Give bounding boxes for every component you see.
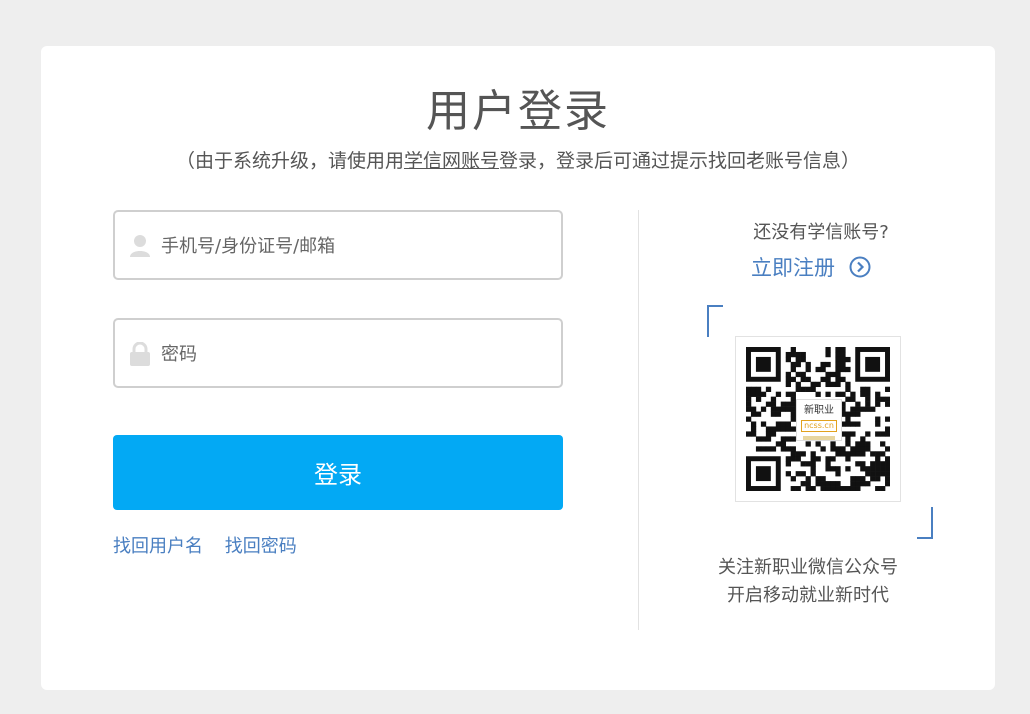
qr-caption-line2: 开启移动就业新时代 <box>727 585 889 606</box>
page-title: 用户登录 <box>426 86 610 137</box>
qr-logo-site: ncss.cn <box>801 420 837 432</box>
vertical-divider <box>638 210 639 630</box>
register-link[interactable]: 立即注册 <box>751 252 871 282</box>
username-field[interactable] <box>113 210 563 280</box>
password-field[interactable] <box>113 318 563 388</box>
login-button[interactable]: 登录 <box>113 435 563 510</box>
wechat-qr-code: 新职业 ncss.cn <box>735 336 901 502</box>
username-input[interactable] <box>159 212 553 280</box>
qr-frame-corner-top-left <box>707 305 723 337</box>
subtitle-prefix: （由于系统升级，请使用用 <box>175 150 404 172</box>
recovery-links: 找回用户名 找回密码 <box>113 532 313 558</box>
find-username-link[interactable]: 找回用户名 <box>113 536 203 557</box>
login-card: 用户登录 （由于系统升级，请使用用学信网账号登录，登录后可通过提示找回老账号信息… <box>41 46 995 690</box>
page-subtitle: （由于系统升级，请使用用学信网账号登录，登录后可通过提示找回老账号信息） <box>41 148 995 174</box>
password-input[interactable] <box>159 320 553 388</box>
find-password-link[interactable]: 找回密码 <box>225 536 297 557</box>
qr-center-logo: 新职业 ncss.cn <box>796 399 842 441</box>
lock-icon <box>129 341 151 366</box>
qr-frame-corner-bottom-right <box>917 507 933 539</box>
register-label: 立即注册 <box>751 256 835 280</box>
qr-caption: 关注新职业微信公众号 开启移动就业新时代 <box>701 554 915 610</box>
qr-logo-bar <box>803 436 835 440</box>
xuexin-account-link[interactable]: 学信网账号 <box>404 150 499 172</box>
user-icon <box>129 234 151 258</box>
qr-caption-line1: 关注新职业微信公众号 <box>718 557 898 578</box>
subtitle-suffix: 登录，登录后可通过提示找回老账号信息） <box>499 150 861 172</box>
no-account-text: 还没有学信账号? <box>753 222 889 243</box>
qr-logo-title: 新职业 <box>804 405 834 416</box>
chevron-right-circle-icon <box>849 256 871 278</box>
